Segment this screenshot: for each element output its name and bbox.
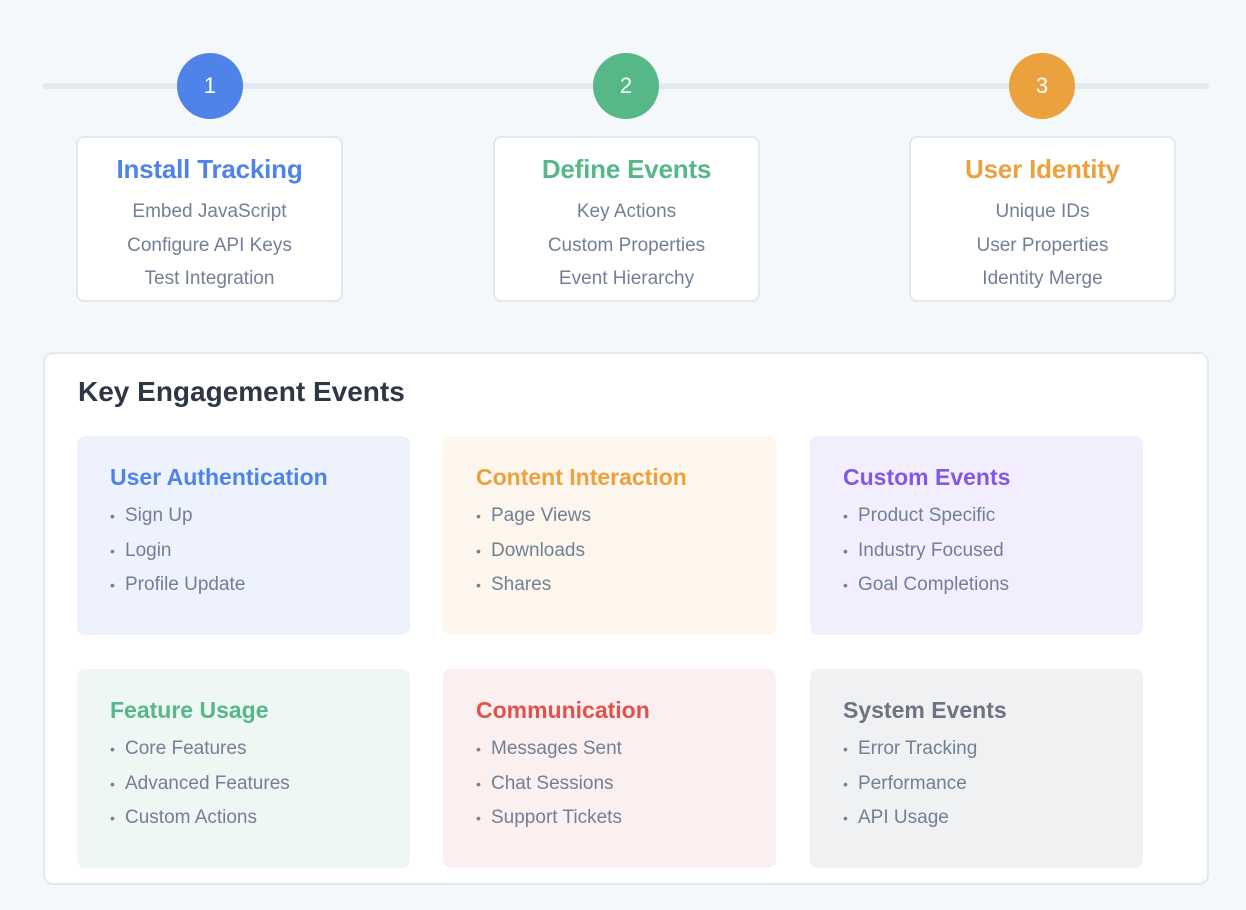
bullet-icon: • xyxy=(110,810,115,826)
event-card-user-authentication: User Authentication • Sign Up • Login • Pro… xyxy=(77,436,410,635)
step-2-badge: 2 xyxy=(593,53,659,119)
event-item-label: Industry Focused xyxy=(858,539,1004,561)
event-item-label: Login xyxy=(125,539,172,561)
event-item-label: Performance xyxy=(858,772,967,794)
event-item-label: Profile Update xyxy=(125,574,246,595)
step-title: Define Events xyxy=(541,154,712,184)
event-item: • Sign Up xyxy=(110,499,410,534)
event-item-label: Support Tickets xyxy=(491,807,622,828)
key-engagement-events-panel: Key Engagement Events User Authenticatio… xyxy=(43,352,1209,885)
bullet-icon: • xyxy=(476,741,481,757)
event-item-label: Chat Sessions xyxy=(491,772,614,794)
bullet-icon: • xyxy=(476,775,481,792)
bullet-icon: • xyxy=(110,577,115,593)
bullet-icon: • xyxy=(110,741,115,757)
step-card-install-tracking: Install Tracking Embed JavaScript Config… xyxy=(76,136,343,302)
step-item: Configure API Keys xyxy=(127,234,292,256)
event-card-title: Custom Events xyxy=(843,464,1011,490)
event-card-title: Communication xyxy=(476,697,650,723)
event-item: • Goal Completions xyxy=(843,568,1143,603)
event-item-label: Core Features xyxy=(125,738,247,759)
event-item: • Profile Update xyxy=(110,568,410,603)
bullet-icon: • xyxy=(843,577,848,593)
event-card-custom-events: Custom Events • Product Specific • Industr… xyxy=(810,436,1143,635)
event-item-label: Downloads xyxy=(491,539,585,561)
panel-title: Key Engagement Events xyxy=(78,376,405,407)
event-item: • Industry Focused xyxy=(843,534,1143,569)
event-item: • Performance xyxy=(843,767,1143,802)
bullet-icon: • xyxy=(843,810,848,826)
event-item: • Advanced Features xyxy=(110,767,410,802)
event-card-title: Content Interaction xyxy=(476,464,687,490)
step-3-badge: 3 xyxy=(1009,53,1075,119)
event-item-label: Product Specific xyxy=(858,505,996,526)
step-item: Event Hierarchy xyxy=(558,268,695,289)
event-item: • Messages Sent xyxy=(476,732,776,767)
bullet-icon: • xyxy=(110,542,115,559)
event-item: • Support Tickets xyxy=(476,801,776,836)
event-card-communication: Communication • Messages Sent • Chat Sessi… xyxy=(443,669,776,868)
event-item-label: Shares xyxy=(491,574,552,595)
event-item-label: Sign Up xyxy=(125,505,193,526)
event-item-label: Goal Completions xyxy=(858,574,1010,595)
bullet-icon: • xyxy=(843,741,848,757)
event-item: • Core Features xyxy=(110,732,410,767)
bullet-icon: • xyxy=(843,542,848,559)
step-title: Install Tracking xyxy=(116,154,303,184)
step-item: Unique IDs xyxy=(995,201,1090,222)
bullet-icon: • xyxy=(476,810,481,826)
event-item: • API Usage xyxy=(843,801,1143,836)
event-item: • Chat Sessions xyxy=(476,767,776,802)
event-item: • Login xyxy=(110,534,410,569)
event-item: • Error Tracking xyxy=(843,732,1143,767)
event-card-title: System Events xyxy=(843,697,1007,723)
event-card-content-interaction: Content Interaction • Page Views • Downloa… xyxy=(443,436,776,635)
event-item-label: Custom Actions xyxy=(125,807,257,828)
step-1-badge: 1 xyxy=(177,53,243,119)
step-item: Key Actions xyxy=(576,201,677,222)
event-card-title: User Authentication xyxy=(110,464,328,490)
event-item-label: Messages Sent xyxy=(491,738,622,759)
event-card-title: Feature Usage xyxy=(110,697,269,723)
step-item: User Properties xyxy=(976,234,1109,256)
event-item: • Custom Actions xyxy=(110,801,410,836)
step-item: Custom Properties xyxy=(547,234,706,256)
step-title: User Identity xyxy=(965,154,1120,184)
step-card-user-identity: User Identity Unique IDs User Properties… xyxy=(909,136,1176,302)
event-item: • Page Views xyxy=(476,499,776,534)
event-item-label: API Usage xyxy=(858,807,949,828)
bullet-icon: • xyxy=(476,508,481,524)
event-item: • Product Specific xyxy=(843,499,1143,534)
bullet-icon: • xyxy=(110,775,115,792)
bullet-icon: • xyxy=(476,542,481,559)
event-item-label: Error Tracking xyxy=(858,738,978,759)
event-card-feature-usage: Feature Usage • Core Features • Advanced F… xyxy=(77,669,410,868)
bullet-icon: • xyxy=(476,577,481,593)
step-card-define-events: Define Events Key Actions Custom Propert… xyxy=(493,136,760,302)
step-item: Identity Merge xyxy=(982,268,1103,289)
bullet-icon: • xyxy=(843,775,848,792)
bullet-icon: • xyxy=(110,508,115,524)
event-item-label: Page Views xyxy=(491,505,591,526)
event-item: • Downloads xyxy=(476,534,776,569)
step-item: Test Integration xyxy=(144,268,275,289)
event-item-label: Advanced Features xyxy=(125,772,290,794)
step-item: Embed JavaScript xyxy=(132,201,287,222)
bullet-icon: • xyxy=(843,508,848,524)
event-card-system-events: System Events • Error Tracking • Performan… xyxy=(810,669,1143,868)
event-item: • Shares xyxy=(476,568,776,603)
